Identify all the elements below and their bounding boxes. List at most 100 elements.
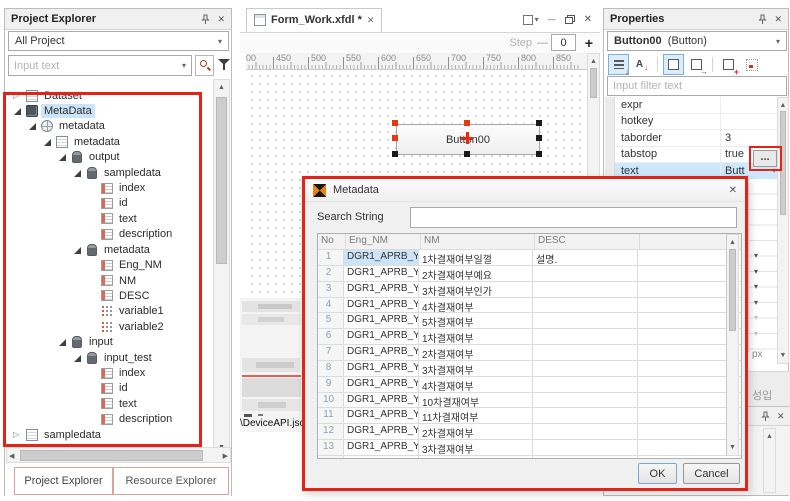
- close-icon[interactable]: ✕: [774, 14, 782, 25]
- tree-item-nm[interactable]: NM: [10, 273, 216, 288]
- pin-icon[interactable]: [757, 14, 768, 25]
- selection-handle[interactable]: [392, 135, 398, 141]
- scroll-up-icon[interactable]: ▲: [214, 81, 229, 94]
- categorized-view-button[interactable]: [608, 54, 629, 75]
- minimize-icon[interactable]: —: [548, 15, 556, 24]
- tab-project-explorer[interactable]: Project Explorer: [14, 467, 113, 495]
- chevron-down-icon[interactable]: ▾: [772, 166, 776, 175]
- restore-icon[interactable]: [565, 15, 575, 24]
- tree-search-input[interactable]: [14, 60, 182, 72]
- window-menu-icon[interactable]: ▾: [523, 15, 539, 25]
- close-icon[interactable]: ✕: [729, 185, 737, 196]
- component-select[interactable]: Button00 (Button) ▾: [607, 31, 787, 51]
- property-value[interactable]: 3: [721, 130, 778, 146]
- expanded-arrow-icon[interactable]: [13, 105, 23, 117]
- table-row[interactable]: 9DGR1_APRB_YN4차결재여부: [318, 377, 741, 393]
- tree-item-metadata[interactable]: metadata: [10, 242, 216, 257]
- tree-item-description[interactable]: description: [10, 412, 216, 427]
- property-value[interactable]: [721, 114, 778, 130]
- expanded-arrow-icon[interactable]: [73, 244, 83, 256]
- tree-item-output[interactable]: output: [10, 150, 216, 165]
- property-filter-input[interactable]: [613, 80, 781, 92]
- table-row[interactable]: 11DGR1_APRB_YN11차결재여부: [318, 408, 741, 424]
- step-plus-button[interactable]: +: [585, 35, 593, 51]
- step-minus-button[interactable]: —: [537, 37, 548, 49]
- tree-item-sampledata[interactable]: ▷sampledata: [10, 427, 216, 442]
- table-row[interactable]: 7DGR1_APRB_YN2차결재여부: [318, 345, 741, 361]
- show-properties-button[interactable]: [663, 54, 684, 75]
- tree-item-desc[interactable]: DESC: [10, 288, 216, 303]
- tree-item-metadata[interactable]: metadata: [10, 134, 216, 149]
- table-row[interactable]: 8DGR1_APRB_YN3차결재여부: [318, 361, 741, 377]
- selection-handle[interactable]: [536, 151, 542, 157]
- table-scrollbar[interactable]: ▲ ▼: [726, 234, 739, 456]
- tree-item-sampledata[interactable]: sampledata: [10, 165, 216, 180]
- property-row-taborder[interactable]: taborder3: [605, 130, 778, 147]
- expanded-arrow-icon[interactable]: [58, 336, 68, 348]
- add-property-button[interactable]: [718, 54, 739, 75]
- search-string-input[interactable]: [416, 212, 731, 224]
- collapsed-arrow-icon[interactable]: ▷: [13, 429, 23, 441]
- tree-search-box[interactable]: ▾: [8, 55, 192, 76]
- expanded-arrow-icon[interactable]: [43, 136, 53, 148]
- property-value[interactable]: [721, 97, 778, 113]
- scroll-left-icon[interactable]: ◀: [9, 450, 14, 463]
- property-row-hotkey[interactable]: hotkey: [605, 114, 778, 131]
- tree-item-input_test[interactable]: input_test: [10, 350, 216, 365]
- project-filter-select[interactable]: All Project ▾: [8, 31, 229, 51]
- scroll-right-icon[interactable]: ▶: [223, 450, 228, 463]
- table-row[interactable]: 14DGR1_APRB_YN4차결재여부: [318, 456, 741, 459]
- table-row[interactable]: 10DGR1_APRB_YN10차결재여부: [318, 393, 741, 409]
- scroll-up-icon[interactable]: ▲: [764, 430, 775, 443]
- scrollbar-thumb[interactable]: [780, 111, 786, 215]
- tree-item-variable2[interactable]: variable2: [10, 319, 216, 334]
- table-row[interactable]: 2DGR1_APRB_YN2차결재여부예요: [318, 266, 741, 282]
- chevron-down-icon[interactable]: ▾: [754, 282, 758, 291]
- scrollbar-thumb[interactable]: [729, 249, 736, 331]
- bind-button[interactable]: [741, 54, 762, 75]
- tree-item-index[interactable]: index: [10, 181, 216, 196]
- search-button[interactable]: [195, 55, 214, 76]
- selection-handle[interactable]: [536, 135, 542, 141]
- table-row[interactable]: 4DGR1_APRB_YN4차결재여부: [318, 298, 741, 314]
- tree-item-id[interactable]: id: [10, 381, 216, 396]
- step-value-field[interactable]: 0: [551, 34, 576, 51]
- table-row[interactable]: 13DGR1_APRB_YN3차결재여부: [318, 440, 741, 456]
- tree-item-description[interactable]: description: [10, 227, 216, 242]
- dialog-titlebar[interactable]: Metadata ✕: [305, 179, 745, 202]
- collapsed-arrow-icon[interactable]: ▷: [13, 90, 23, 102]
- tree-item-id[interactable]: id: [10, 196, 216, 211]
- cancel-button[interactable]: Cancel: [683, 463, 740, 484]
- text-more-button[interactable]: ...: [753, 150, 777, 167]
- scroll-down-icon[interactable]: ▼: [778, 349, 788, 362]
- ok-button[interactable]: OK: [638, 463, 677, 484]
- alphabetic-sort-button[interactable]: A: [631, 54, 652, 75]
- close-icon[interactable]: ✕: [777, 411, 785, 422]
- selection-handle[interactable]: [536, 120, 542, 126]
- selection-handle[interactable]: [464, 120, 470, 126]
- search-string-box[interactable]: [410, 207, 737, 228]
- table-row[interactable]: 1DGR1_APRB_YN1차결재여부일껄설명.: [318, 250, 741, 266]
- property-filter-box[interactable]: [607, 76, 787, 96]
- tree-item-metadata[interactable]: MetaData: [10, 103, 216, 118]
- scroll-down-icon[interactable]: ▼: [727, 441, 738, 454]
- expanded-arrow-icon[interactable]: [73, 352, 83, 364]
- scrollbar-thumb[interactable]: [20, 450, 203, 461]
- scroll-up-icon[interactable]: ▲: [588, 55, 599, 68]
- selection-handle[interactable]: [392, 120, 398, 126]
- scrollbar-thumb[interactable]: [216, 97, 227, 264]
- show-events-button[interactable]: [686, 54, 707, 75]
- tab-resource-explorer[interactable]: Resource Explorer: [113, 467, 229, 495]
- chevron-down-icon[interactable]: ▾: [754, 313, 758, 322]
- chevron-down-icon[interactable]: ▾: [754, 298, 758, 307]
- expanded-arrow-icon[interactable]: [58, 151, 68, 163]
- close-icon[interactable]: ✕: [584, 14, 592, 25]
- chevron-down-icon[interactable]: ▾: [754, 251, 758, 260]
- table-row[interactable]: 12DGR1_APRB_YN2차결재여부: [318, 424, 741, 440]
- table-row[interactable]: 6DGR1_APRB_YN1차결재여부: [318, 329, 741, 345]
- chevron-down-icon[interactable]: ▾: [754, 267, 758, 276]
- tree-item-metadata[interactable]: metadata: [10, 119, 216, 134]
- tab-form-work[interactable]: Form_Work.xfdl * ✕: [246, 8, 382, 32]
- tree-item-text[interactable]: text: [10, 396, 216, 411]
- chevron-down-icon[interactable]: ▾: [182, 61, 186, 70]
